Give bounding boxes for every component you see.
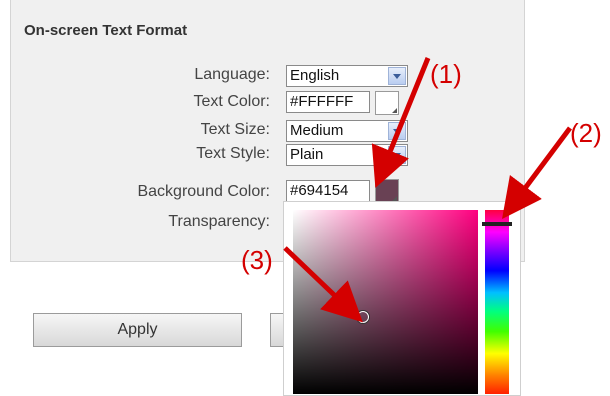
transparency-label: Transparency: [168,213,270,230]
language-label: Language: [194,66,270,83]
language-value: English [290,67,340,84]
text-size-label: Text Size: [200,121,270,138]
text-size-select[interactable]: Medium [286,120,408,142]
annotation-label-2: (2) [570,118,602,148]
text-color-field[interactable]: #FFFFFF [286,91,370,113]
dropdown-triangle-icon [387,108,397,113]
saturation-value-field[interactable] [293,210,478,394]
background-color-swatch-button[interactable] [375,179,399,203]
chevron-down-icon[interactable] [388,122,406,140]
chevron-down-icon[interactable] [388,67,406,85]
color-picker-popup [283,201,521,396]
text-style-value: Plain [290,146,324,163]
annotation-label-1: (1) [430,59,462,89]
chevron-down-icon[interactable] [388,146,406,164]
annotation-label-3: (3) [241,245,273,275]
color-selection-cursor[interactable] [357,311,369,323]
text-color-label: Text Color: [193,93,270,110]
panel-title: On-screen Text Format [24,22,188,39]
language-select[interactable]: English [286,65,408,87]
text-color-swatch-button[interactable] [375,91,399,115]
text-style-label: Text Style: [196,145,270,162]
background-color-label: Background Color: [137,183,270,200]
text-style-select[interactable]: Plain [286,144,408,166]
hue-slider-thumb[interactable] [482,222,512,226]
background-color-field[interactable]: #694154 [286,180,370,202]
apply-button[interactable]: Apply [33,313,242,347]
hue-slider[interactable] [485,210,509,394]
text-size-value: Medium [290,122,344,139]
